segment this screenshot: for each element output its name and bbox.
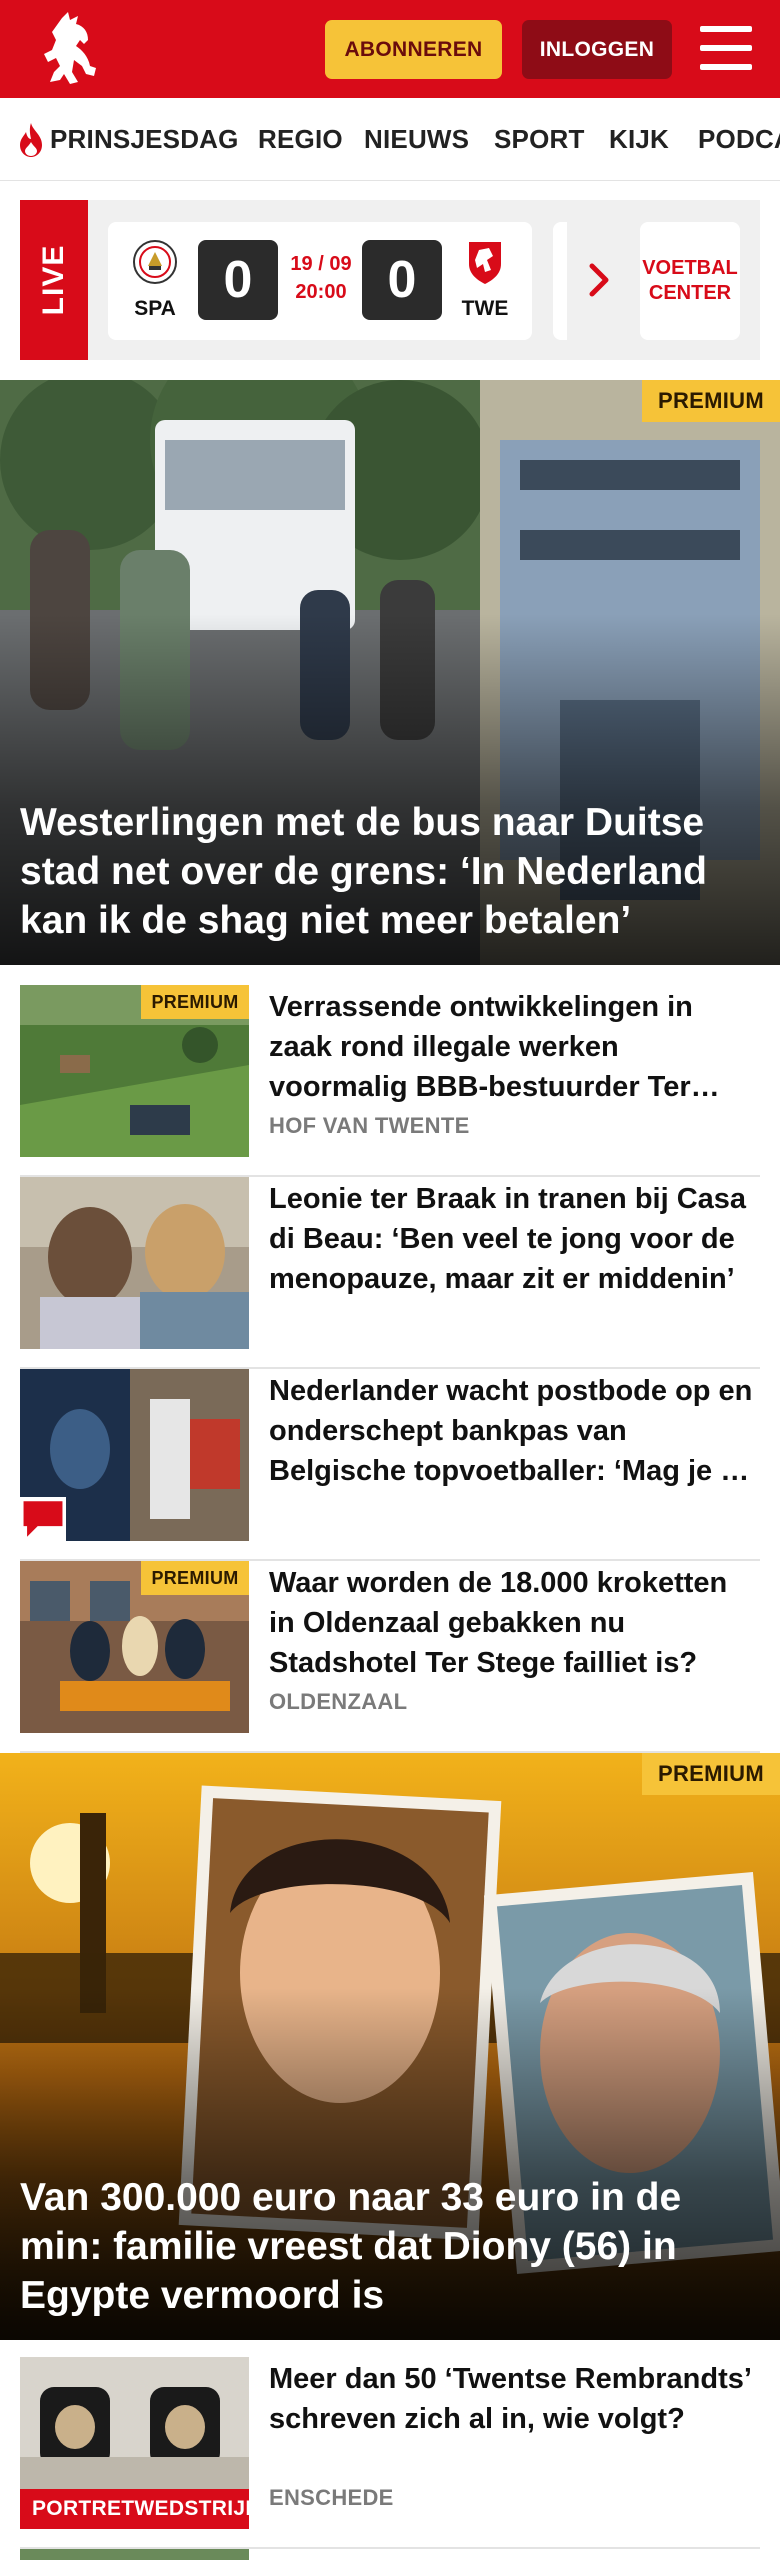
- next-match-card[interactable]: [553, 222, 567, 340]
- people-embracing-photo: [20, 1177, 249, 1349]
- article-title[interactable]: Verrassende ontwikkelingen in zaak rond …: [269, 987, 759, 1107]
- top-bar: ABONNEREN INLOGGEN: [0, 0, 780, 98]
- menu-icon[interactable]: [700, 26, 752, 70]
- nav-item-sport[interactable]: SPORT: [494, 124, 585, 155]
- hero-article[interactable]: PREMIUM Westerlingen met de bus naar Dui…: [0, 380, 780, 965]
- twente-crest-icon: [469, 242, 501, 284]
- away-score: 0: [362, 240, 442, 320]
- nav-item-prinsjesdag[interactable]: PRINSJESDAG: [50, 124, 239, 155]
- premium-badge: PREMIUM: [141, 985, 249, 1019]
- list-item[interactable]: Nederlander wacht postbode op en ondersc…: [20, 1369, 760, 1561]
- premium-badge: PREMIUM: [642, 1753, 780, 1795]
- hero-article[interactable]: PREMIUM Van 300.000 euro naar 33 euro in…: [0, 1753, 780, 2340]
- article-title[interactable]: Leonie ter Braak in tranen bij Casa di B…: [269, 1179, 759, 1299]
- voetbal-center-link[interactable]: VOETBAL CENTER: [640, 222, 740, 340]
- comment-icon: [20, 1497, 66, 1541]
- article-location: HOF VAN TWENTE: [269, 1113, 470, 1138]
- article-title[interactable]: Nederlander wacht postbode op en ondersc…: [269, 1371, 759, 1491]
- nav-item-nieuws[interactable]: NIEUWS: [364, 124, 469, 155]
- home-score: 0: [198, 240, 278, 320]
- list-item[interactable]: PORTRETWEDSTRIJD Meer dan 50 ‘Twentse Re…: [20, 2357, 760, 2549]
- subscribe-button[interactable]: ABONNEREN: [325, 20, 502, 79]
- category-label: PORTRETWEDSTRIJD: [20, 2489, 249, 2529]
- login-button[interactable]: INLOGGEN: [522, 20, 672, 79]
- nav-item-regio[interactable]: REGIO: [258, 124, 343, 155]
- list-item[interactable]: PREMIUM Waar worden de 18.000 kroketten …: [20, 1561, 760, 1753]
- article-thumbnail: PREMIUM: [20, 985, 249, 1157]
- sparta-crest-icon: [133, 240, 177, 284]
- away-team: TWE: [450, 238, 520, 321]
- live-tag: LIVE: [20, 200, 88, 360]
- article-thumbnail: PREMIUM: [20, 1561, 249, 1733]
- chevron-right-icon[interactable]: [588, 260, 612, 300]
- live-scores-strip: LIVE SPA 0 19 / 09 20:00 0 TWE VOETBAL C…: [20, 200, 760, 360]
- article-thumbnail-partial: [20, 2549, 249, 2560]
- nav-item-kijk[interactable]: KIJK: [609, 124, 669, 155]
- premium-badge: PREMIUM: [141, 1561, 249, 1595]
- article-title[interactable]: Waar worden de 18.000 kroketten in Olden…: [269, 1563, 759, 1683]
- nav-item-podcast[interactable]: PODCAST: [698, 124, 780, 155]
- match-datetime: 19 / 09 20:00: [290, 253, 352, 303]
- article-thumbnail: PORTRETWEDSTRIJD: [20, 2357, 249, 2529]
- tubantia-horse-logo[interactable]: [32, 10, 110, 88]
- hero-headline[interactable]: Van 300.000 euro naar 33 euro in de min:…: [20, 2173, 740, 2320]
- article-thumbnail: [20, 1369, 249, 1541]
- home-team: SPA: [120, 238, 190, 321]
- article-location: ENSCHEDE: [269, 2485, 394, 2510]
- article-title[interactable]: Meer dan 50 ‘Twentse Rembrandts’ schreve…: [269, 2359, 759, 2439]
- list-item[interactable]: Leonie ter Braak in tranen bij Casa di B…: [20, 1177, 760, 1369]
- article-location: OLDENZAAL: [269, 1689, 408, 1714]
- article-thumbnail: [20, 1177, 249, 1349]
- match-card[interactable]: SPA 0 19 / 09 20:00 0 TWE: [108, 222, 532, 340]
- flame-icon: [20, 123, 42, 157]
- hero-headline[interactable]: Westerlingen met de bus naar Duitse stad…: [20, 798, 740, 945]
- section-nav: PRINSJESDAG REGIO NIEUWS SPORT KIJK PODC…: [0, 98, 780, 181]
- list-item[interactable]: PREMIUM Verrassende ontwikkelingen in za…: [20, 985, 760, 1177]
- premium-badge: PREMIUM: [642, 380, 780, 422]
